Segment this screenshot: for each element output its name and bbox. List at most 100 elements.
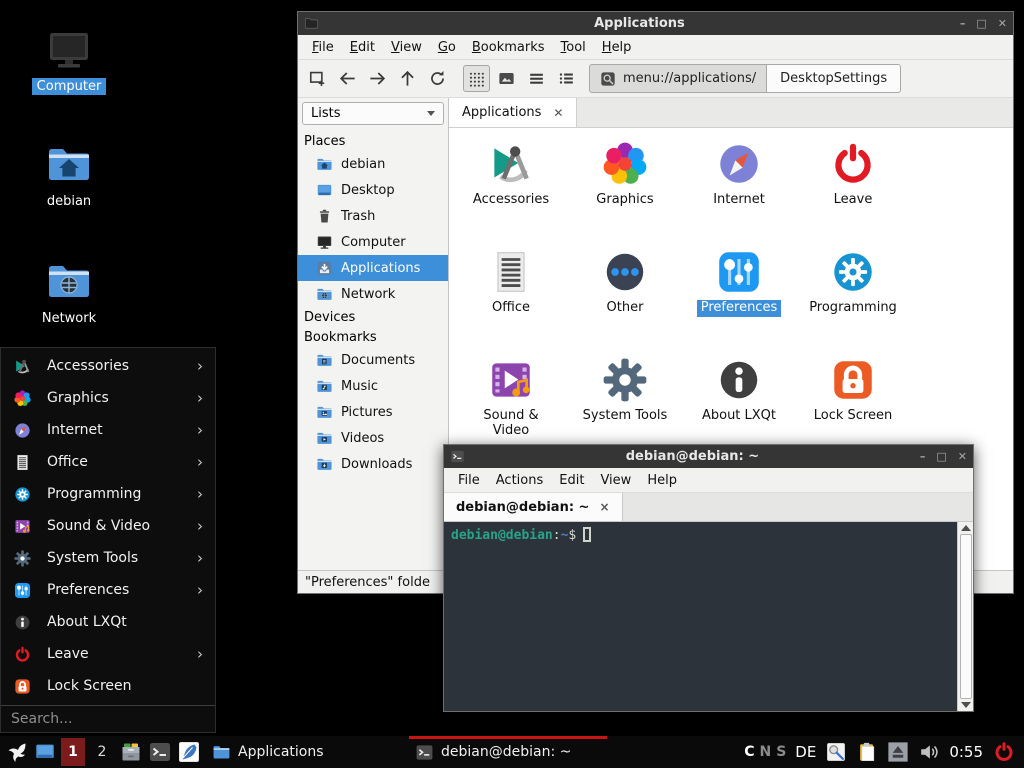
menu-view[interactable]: View bbox=[592, 473, 639, 488]
terminal-scrollbar[interactable] bbox=[957, 522, 973, 711]
grid-item-leave[interactable]: Leave bbox=[796, 134, 910, 242]
removable-media-icon[interactable] bbox=[887, 741, 909, 763]
up-button[interactable] bbox=[394, 65, 421, 92]
sidebar-item-trash[interactable]: Trash bbox=[298, 203, 448, 229]
grid-item-graphics[interactable]: Graphics bbox=[568, 134, 682, 242]
menu-file[interactable]: File bbox=[450, 473, 488, 488]
terminal-tab[interactable]: debian@debian: ~ × bbox=[444, 493, 623, 521]
desktop-icon-computer[interactable]: Computer bbox=[14, 26, 124, 95]
clipboard-tray-icon[interactable] bbox=[856, 741, 878, 763]
pictures-folder-icon bbox=[316, 404, 333, 421]
menu-go[interactable]: Go bbox=[430, 40, 464, 55]
forward-button[interactable] bbox=[364, 65, 391, 92]
menu-item-preferences[interactable]: Preferences › bbox=[1, 574, 215, 606]
menu-item-sound-video[interactable]: Sound & Video › bbox=[1, 510, 215, 542]
sidebar-item-videos[interactable]: Videos bbox=[298, 425, 448, 451]
menu-bookmarks[interactable]: Bookmarks bbox=[464, 40, 553, 55]
task-button-terminal[interactable]: debian@debian: ~ bbox=[409, 736, 607, 768]
menu-help[interactable]: Help bbox=[594, 40, 640, 55]
workspace-2-button[interactable]: 2 bbox=[90, 738, 114, 766]
grid-item-internet[interactable]: Internet bbox=[682, 134, 796, 242]
menu-help[interactable]: Help bbox=[639, 473, 685, 488]
grid-item-office[interactable]: Office bbox=[454, 242, 568, 350]
fm-titlebar[interactable]: Applications – □ ✕ bbox=[298, 12, 1013, 35]
menu-view[interactable]: View bbox=[383, 40, 430, 55]
desktop-icon-debian[interactable]: debian bbox=[14, 141, 124, 210]
grid-item-system-tools[interactable]: System Tools bbox=[568, 350, 682, 458]
menu-edit[interactable]: Edit bbox=[342, 40, 383, 55]
detailed-list-view-button[interactable] bbox=[523, 65, 550, 92]
terminal-screen[interactable]: debian@debian:~$ bbox=[444, 522, 957, 711]
screenshot-tray-icon[interactable] bbox=[825, 741, 847, 763]
graphics-icon bbox=[600, 139, 650, 189]
file-manager-launcher[interactable] bbox=[119, 740, 143, 764]
sidebar-mode-selector[interactable]: Lists bbox=[302, 102, 444, 125]
sidebar-item-desktop[interactable]: Desktop bbox=[298, 177, 448, 203]
close-icon[interactable]: ✕ bbox=[958, 451, 967, 462]
grid-item-accessories[interactable]: Accessories bbox=[454, 134, 568, 242]
menu-file[interactable]: File bbox=[304, 40, 342, 55]
desktop-icon-network[interactable]: Network bbox=[14, 258, 124, 327]
menu-item-programming[interactable]: Programming › bbox=[1, 478, 215, 510]
terminal-titlebar[interactable]: debian@debian: ~ – □ ✕ bbox=[444, 445, 973, 468]
menu-item-lock-screen[interactable]: Lock Screen bbox=[1, 670, 215, 702]
sidebar-item-documents[interactable]: Documents bbox=[298, 347, 448, 373]
menu-item-office[interactable]: Office › bbox=[1, 446, 215, 478]
sidebar-item-music[interactable]: Music bbox=[298, 373, 448, 399]
reload-button[interactable] bbox=[424, 65, 451, 92]
search-input[interactable] bbox=[11, 711, 205, 727]
menu-item-about-lxqt[interactable]: About LXQt bbox=[1, 606, 215, 638]
close-icon[interactable]: ✕ bbox=[998, 18, 1007, 29]
scrollbar-thumb[interactable] bbox=[960, 534, 972, 699]
keyboard-layout[interactable]: DE bbox=[795, 743, 816, 761]
maximize-icon[interactable]: □ bbox=[976, 18, 986, 29]
programming-icon bbox=[828, 247, 878, 297]
grid-item-sound-video[interactable]: Sound & Video bbox=[454, 350, 568, 458]
grid-item-label: About LXQt bbox=[698, 408, 780, 425]
minimize-icon[interactable]: – bbox=[920, 451, 926, 462]
scroll-down-icon[interactable] bbox=[961, 702, 971, 708]
grid-item-programming[interactable]: Programming bbox=[796, 242, 910, 350]
scroll-up-icon[interactable] bbox=[961, 525, 971, 531]
menu-item-internet[interactable]: Internet › bbox=[1, 414, 215, 446]
clock[interactable]: 0:55 bbox=[949, 743, 983, 761]
main-menu-button[interactable] bbox=[5, 740, 29, 764]
text-editor-launcher[interactable] bbox=[177, 740, 201, 764]
tab-close-icon[interactable]: ✕ bbox=[553, 106, 563, 120]
sidebar-item-computer[interactable]: Computer bbox=[298, 229, 448, 255]
path-segment-current[interactable]: menu://applications/ bbox=[589, 64, 767, 93]
power-button[interactable] bbox=[992, 740, 1016, 764]
task-button-applications[interactable]: Applications bbox=[206, 736, 404, 768]
tab-applications[interactable]: Applications ✕ bbox=[449, 98, 577, 127]
menu-item-graphics[interactable]: Graphics › bbox=[1, 382, 215, 414]
tab-close-icon[interactable]: × bbox=[599, 500, 609, 514]
volume-icon[interactable] bbox=[918, 741, 940, 763]
icon-view-button[interactable] bbox=[463, 65, 490, 92]
sidebar-item-debian[interactable]: debian bbox=[298, 151, 448, 177]
menu-actions[interactable]: Actions bbox=[488, 473, 552, 488]
menu-item-accessories[interactable]: Accessories › bbox=[1, 350, 215, 382]
terminal-launcher[interactable] bbox=[148, 740, 172, 764]
back-button[interactable] bbox=[334, 65, 361, 92]
grid-item-preferences[interactable]: Preferences bbox=[682, 242, 796, 350]
show-desktop-button[interactable] bbox=[34, 741, 56, 763]
compact-view-button[interactable] bbox=[553, 65, 580, 92]
sidebar-item-downloads[interactable]: Downloads bbox=[298, 451, 448, 477]
menu-edit[interactable]: Edit bbox=[551, 473, 592, 488]
path-segment-desktopsettings[interactable]: DesktopSettings bbox=[767, 64, 901, 93]
grid-item-other[interactable]: Other bbox=[568, 242, 682, 350]
sidebar-item-network[interactable]: Network bbox=[298, 281, 448, 307]
sidebar-item-applications[interactable]: Applications bbox=[298, 255, 448, 281]
new-tab-button[interactable] bbox=[304, 65, 331, 92]
menu-tool[interactable]: Tool bbox=[553, 40, 594, 55]
menu-item-system-tools[interactable]: System Tools › bbox=[1, 542, 215, 574]
menu-item-leave[interactable]: Leave › bbox=[1, 638, 215, 670]
grid-item-about-lxqt[interactable]: About LXQt bbox=[682, 350, 796, 458]
sidebar-item-pictures[interactable]: Pictures bbox=[298, 399, 448, 425]
grid-item-lock-screen[interactable]: Lock Screen bbox=[796, 350, 910, 458]
thumbnail-view-button[interactable] bbox=[493, 65, 520, 92]
maximize-icon[interactable]: □ bbox=[936, 451, 946, 462]
workspace-1-button[interactable]: 1 bbox=[61, 738, 85, 766]
minimize-icon[interactable]: – bbox=[960, 18, 966, 29]
keyboard-indicator[interactable]: C N S bbox=[744, 744, 786, 760]
